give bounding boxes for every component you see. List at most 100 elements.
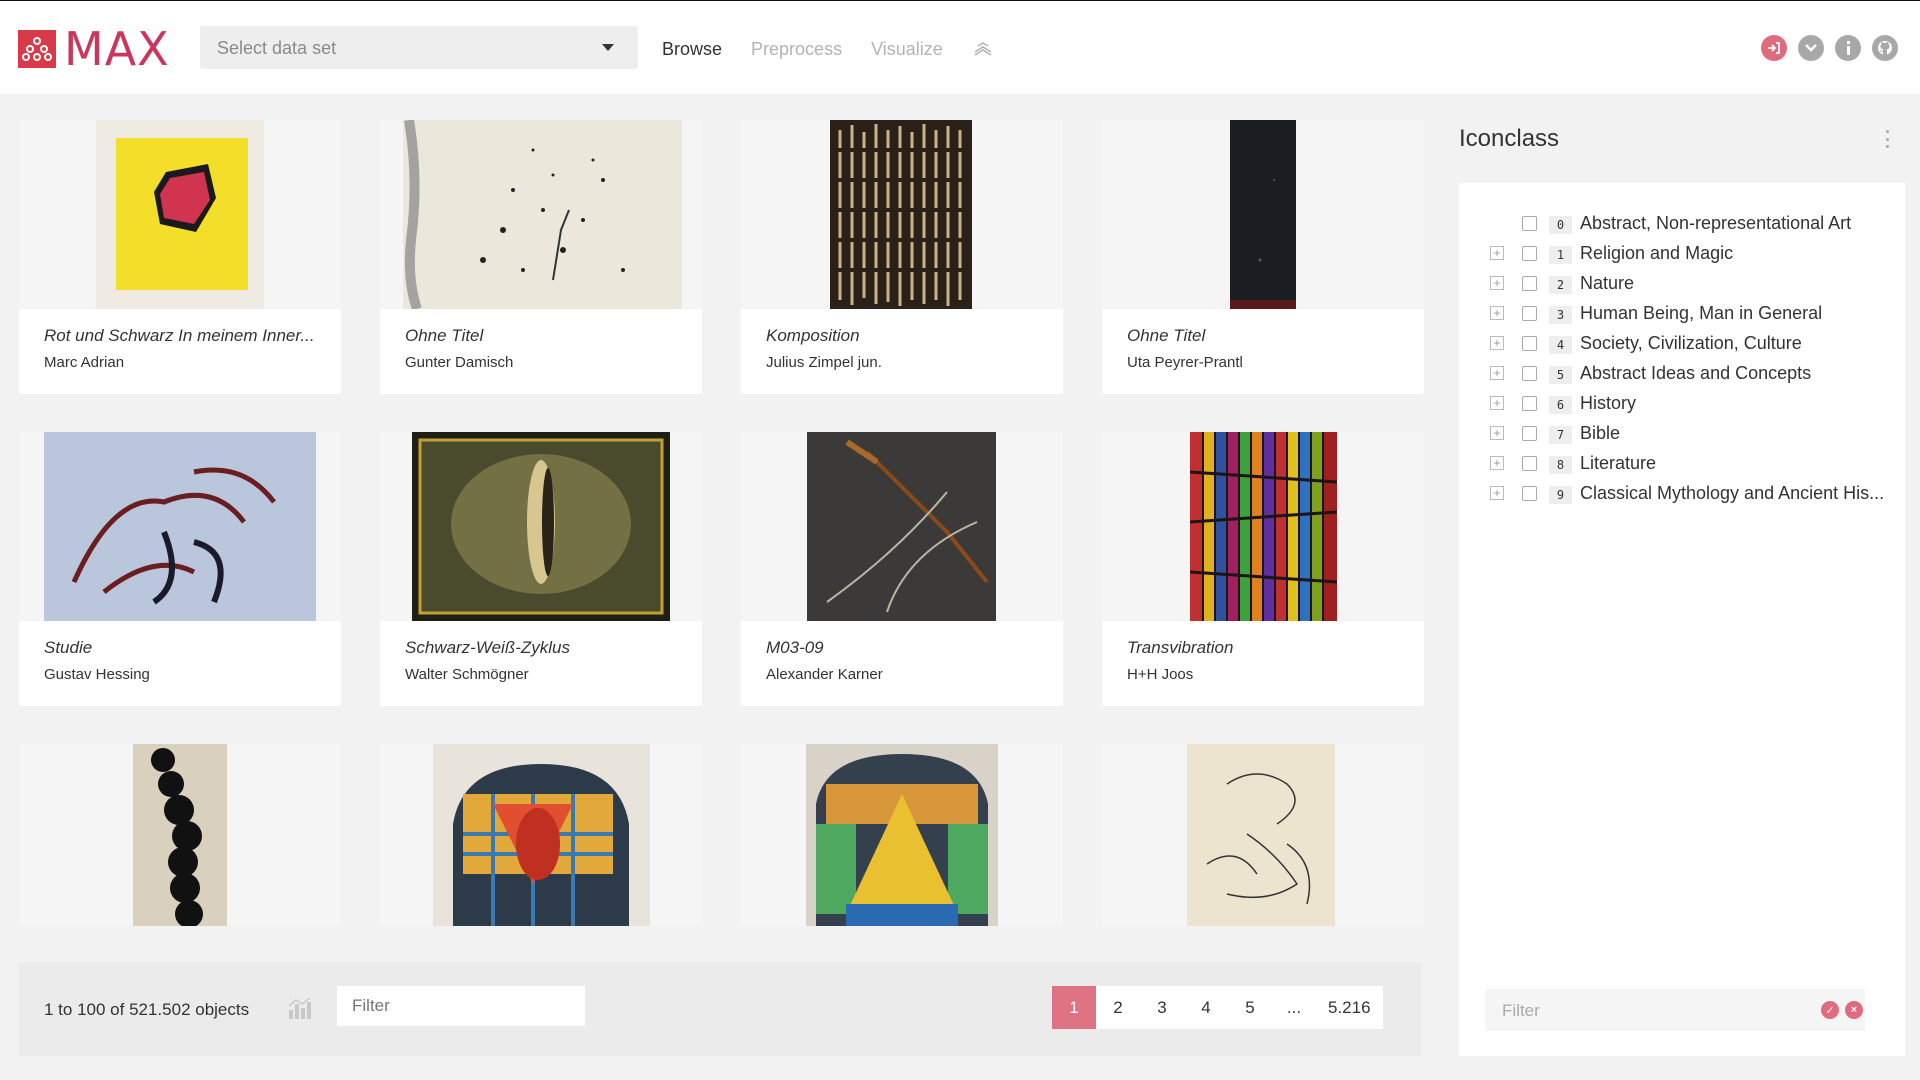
expand-plus-icon[interactable]: + [1490,396,1504,410]
tree-checkbox[interactable] [1522,426,1537,441]
artwork-thumbnail-area [380,744,702,926]
artwork-card[interactable]: Komposition Julius Zimpel jun. [741,120,1063,394]
app-logo[interactable]: MAX [18,26,170,72]
tree-item[interactable]: + 7 Bible [1459,418,1905,448]
tree-checkbox[interactable] [1522,276,1537,291]
artwork-thumbnail-area [1102,744,1424,926]
artwork-artist: Walter Schmögner [405,666,529,683]
artwork-card[interactable]: Ohne Titel Gunter Damisch [380,120,702,394]
artwork-title: Ohne Titel [405,326,484,345]
tree-item[interactable]: + 6 History [1459,388,1905,418]
tree-item[interactable]: + 3 Human Being, Man in General [1459,298,1905,328]
tree-checkbox[interactable] [1522,396,1537,411]
artwork-title: M03-09 [766,638,824,657]
page-button[interactable]: 2 [1096,986,1140,1029]
caret-down-icon [602,44,614,51]
tree-checkbox[interactable] [1522,216,1537,231]
brain-icon[interactable] [972,40,994,60]
tree-item[interactable]: + 2 Nature [1459,268,1905,298]
results-filter-input[interactable] [337,986,585,1026]
artwork-title: Rot und Schwarz In meinem Inner... [44,326,315,345]
artwork-card[interactable]: M03-09 Alexander Karner [741,432,1063,706]
page-button[interactable]: 5 [1228,986,1272,1029]
tree-checkbox[interactable] [1522,306,1537,321]
sign-in-icon[interactable] [1761,35,1787,61]
dataset-select-placeholder: Select data set [217,38,337,58]
expand-plus-icon[interactable]: + [1490,426,1504,440]
artwork-thumbnail [433,744,650,926]
nav-visualize[interactable]: Visualize [871,39,943,60]
expand-plus-icon[interactable]: + [1490,336,1504,350]
artwork-title: Schwarz-Weiß-Zyklus [405,638,570,657]
main-nav: Browse Preprocess Visualize [662,39,994,60]
artwork-card[interactable]: Ohne Titel Uta Peyrer-Prantl [1102,120,1424,394]
artwork-artist: Gunter Damisch [405,354,514,371]
github-icon[interactable] [1872,35,1898,61]
page-button[interactable]: 1 [1052,986,1096,1029]
tree-item[interactable]: + 1 Religion and Magic [1459,238,1905,268]
artwork-card[interactable] [19,744,341,926]
artwork-card[interactable]: Schwarz-Weiß-Zyklus Walter Schmögner [380,432,702,706]
tree-item[interactable]: 0 Abstract, Non-representational Art [1459,208,1905,238]
artwork-title: Komposition [766,326,860,345]
page-button[interactable]: 3 [1140,986,1184,1029]
artwork-thumbnail-area [1102,432,1424,621]
iconclass-filter-input[interactable]: Filter [1485,989,1865,1031]
tree-checkbox[interactable] [1522,336,1537,351]
artwork-artist: Uta Peyrer-Prantl [1127,354,1243,371]
iconclass-tree: 0 Abstract, Non-representational Art + 1… [1459,183,1905,964]
artwork-thumbnail-area [741,744,1063,926]
artwork-artist: H+H Joos [1127,666,1194,683]
chevron-down-circle-icon[interactable] [1798,35,1824,61]
artwork-card[interactable]: Rot und Schwarz In meinem Inner... Marc … [19,120,341,394]
artwork-thumbnail [1189,432,1338,621]
page-button[interactable]: 4 [1184,986,1228,1029]
apply-check-icon[interactable]: ✓ [1821,1001,1839,1019]
expand-plus-icon[interactable]: + [1490,456,1504,470]
page-button-last[interactable]: 5.216 [1316,986,1383,1029]
artwork-thumbnail [44,432,316,621]
nav-preprocess[interactable]: Preprocess [751,39,842,60]
max-logo-icon [18,30,56,68]
notation-badge: 8 [1549,456,1572,474]
tree-checkbox[interactable] [1522,246,1537,261]
artwork-card[interactable] [741,744,1063,926]
artwork-artist: Julius Zimpel jun. [766,354,882,371]
artwork-thumbnail [412,432,670,621]
tree-item-label: History [1580,393,1637,413]
dataset-select[interactable]: Select data set [200,26,638,69]
notation-badge: 1 [1549,246,1572,264]
expand-plus-icon[interactable]: + [1490,306,1504,320]
tree-checkbox[interactable] [1522,486,1537,501]
tree-checkbox[interactable] [1522,456,1537,471]
artwork-thumbnail-area [1102,120,1424,309]
expand-plus-icon[interactable]: + [1490,366,1504,380]
artwork-thumbnail-area [19,432,341,621]
tree-item-label: Abstract Ideas and Concepts [1580,363,1812,383]
tree-item[interactable]: + 9 Classical Mythology and Ancient His.… [1459,478,1905,508]
notation-badge: 9 [1549,486,1572,504]
tree-item[interactable]: + 8 Literature [1459,448,1905,478]
info-icon[interactable] [1835,35,1861,61]
tree-item-label: Human Being, Man in General [1580,303,1823,323]
artwork-artist: Alexander Karner [766,666,883,683]
artwork-card[interactable]: Transvibration H+H Joos [1102,432,1424,706]
artwork-card[interactable]: Studie Gustav Hessing [19,432,341,706]
artwork-card[interactable] [380,744,702,926]
bar-chart-icon[interactable] [287,996,313,1020]
tree-item-label: Abstract, Non-representational Art [1580,213,1852,233]
artwork-artist: Gustav Hessing [44,666,150,683]
tree-item[interactable]: + 4 Society, Civilization, Culture [1459,328,1905,358]
iconclass-title: Iconclass [1459,125,1560,152]
notation-badge: 3 [1549,306,1572,324]
nav-browse[interactable]: Browse [662,39,722,60]
expand-plus-icon[interactable]: + [1490,276,1504,290]
expand-plus-icon[interactable]: + [1490,246,1504,260]
expand-plus-icon[interactable]: + [1490,486,1504,500]
more-vert-icon[interactable] [1886,130,1890,148]
artwork-card[interactable] [1102,744,1424,926]
tree-item[interactable]: + 5 Abstract Ideas and Concepts [1459,358,1905,388]
clear-x-icon[interactable]: × [1845,1001,1863,1019]
filter-placeholder: Filter [1502,1001,1540,1020]
tree-checkbox[interactable] [1522,366,1537,381]
